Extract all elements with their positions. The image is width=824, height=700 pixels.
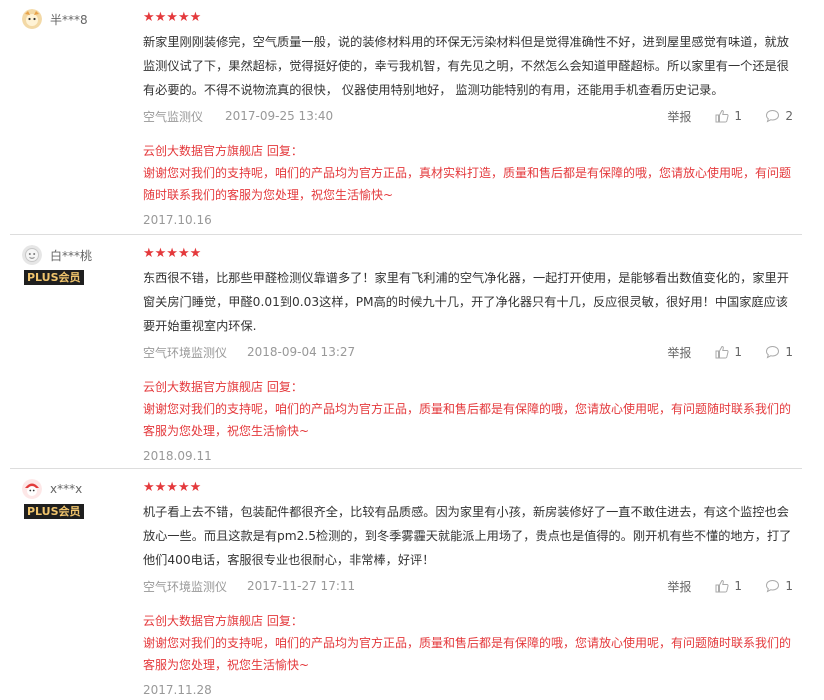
comment-button[interactable]: 2 <box>765 109 793 123</box>
review-text: 东西很不错，比那些甲醛检测仪靠谱多了！家里有飞利浦的空气净化器，一起打开使用，是… <box>143 271 789 333</box>
report-link[interactable]: 举报 <box>667 108 715 125</box>
comment-icon <box>766 579 780 593</box>
rating-stars: ★★★★★ <box>143 10 202 25</box>
like-count: 1 <box>734 579 742 593</box>
product-name[interactable]: 空气环境监测仪 <box>143 344 247 361</box>
like-button[interactable]: 1 <box>715 579 765 593</box>
rating-stars: ★★★★★ <box>143 246 202 261</box>
avatar[interactable] <box>22 9 42 29</box>
divider <box>10 234 802 235</box>
thumbs-up-icon <box>715 345 729 359</box>
review-user: x***x PLUS会员 <box>22 478 132 519</box>
report-link[interactable]: 举报 <box>667 344 715 361</box>
plus-member-badge: PLUS会员 <box>24 270 84 285</box>
product-name[interactable]: 空气监测仪 <box>143 108 225 125</box>
username: 半***8 <box>50 12 88 27</box>
reply-title: 云创大数据官方旗舰店 回复： <box>143 144 303 158</box>
username: x***x <box>50 482 83 496</box>
comment-button[interactable]: 1 <box>765 579 793 593</box>
review-item: 白***桃 PLUS会员 ★★★★★ 东西很不错，比那些甲醛检测仪靠谱多了！家里… <box>0 236 824 468</box>
thumbs-up-icon <box>715 579 729 593</box>
comment-icon <box>766 109 780 123</box>
product-name[interactable]: 空气环境监测仪 <box>143 578 247 595</box>
review-date: 2018-09-04 13:27 <box>247 345 356 359</box>
comment-button[interactable]: 1 <box>765 345 793 359</box>
reply-text: 谢谢您对我们的支持呢，咱们的产品均为官方正品，质量和售后都是有保障的哦，您请放心… <box>143 402 792 438</box>
avatar[interactable] <box>22 479 42 499</box>
rating-stars: ★★★★★ <box>143 480 202 495</box>
reply-date: 2017.10.16 <box>143 213 212 227</box>
review-item: 半***8 ★★★★★ 新家里刚刚装修完，空气质量一般，说的装修材料用的环保无污… <box>0 0 824 236</box>
reply-text: 谢谢您对我们的支持呢，咱们的产品均为官方正品，质量和售后都是有保障的哦，您请放心… <box>143 636 792 672</box>
reply-title: 云创大数据官方旗舰店 回复： <box>143 380 303 394</box>
plus-member-badge: PLUS会员 <box>24 504 84 519</box>
reply-date: 2017.11.28 <box>143 683 212 697</box>
review-user: 半***8 <box>22 8 132 30</box>
comment-icon <box>766 345 780 359</box>
reply-text: 谢谢您对我们的支持呢，咱们的产品均为官方正品，真材实料打造，质量和售后都是有保障… <box>143 166 792 202</box>
avatar[interactable] <box>22 245 42 265</box>
reply-date: 2018.09.11 <box>143 449 212 463</box>
review-text: 新家里刚刚装修完，空气质量一般，说的装修材料用的环保无污染材料但是觉得准确性不好… <box>143 35 789 97</box>
like-count: 1 <box>734 345 742 359</box>
review-date: 2017-09-25 13:40 <box>225 109 334 123</box>
reply-title: 云创大数据官方旗舰店 回复： <box>143 614 303 628</box>
report-link[interactable]: 举报 <box>667 578 715 595</box>
comment-count: 2 <box>785 109 793 123</box>
thumbs-up-icon <box>715 109 729 123</box>
like-count: 1 <box>734 109 742 123</box>
divider <box>10 468 802 469</box>
comment-count: 1 <box>785 579 793 593</box>
like-button[interactable]: 1 <box>715 109 765 123</box>
review-text: 机子看上去不错，包装配件都很齐全，比较有品质感。因为家里有小孩，新房装修好了一直… <box>143 505 792 567</box>
like-button[interactable]: 1 <box>715 345 765 359</box>
review-date: 2017-11-27 17:11 <box>247 579 356 593</box>
username: 白***桃 <box>50 248 93 263</box>
comment-count: 1 <box>785 345 793 359</box>
review-item: x***x PLUS会员 ★★★★★ 机子看上去不错，包装配件都很齐全，比较有品… <box>0 470 824 697</box>
review-user: 白***桃 PLUS会员 <box>22 244 132 285</box>
